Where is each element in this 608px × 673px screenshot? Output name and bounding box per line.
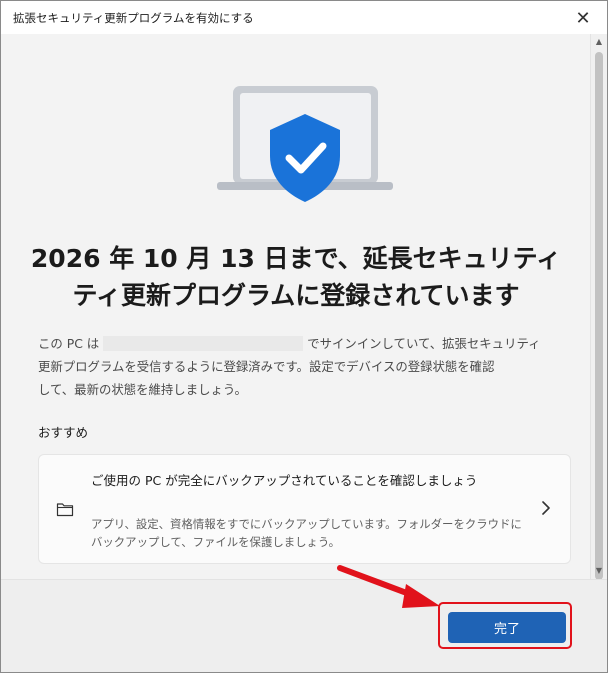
card-title: ご使用の PC が完全にバックアップされていることを確認しましょう — [91, 473, 478, 488]
done-button[interactable]: 完了 — [448, 612, 566, 643]
title-bar: 拡張セキュリティ更新プログラムを有効にする ✕ — [1, 1, 607, 34]
heading-line-2: ティ更新プログラムに登録されています — [72, 281, 520, 310]
page-heading: 2026 年 10 月 13 日まで、延長セキュリティ ティ更新プログラムに登録… — [21, 240, 571, 314]
desc-line-3: して、最新の状態を維持しましょう。 — [38, 382, 247, 397]
dialog-window: 拡張セキュリティ更新プログラムを有効にする ✕ 2026 年 10 月 13 日… — [0, 0, 608, 673]
window-title: 拡張セキュリティ更新プログラムを有効にする — [13, 11, 254, 25]
chevron-right-icon — [542, 501, 550, 515]
recommendations-label: おすすめ — [38, 425, 89, 440]
desc-line-2: 更新プログラムを受信するように登録済みです。設定でデバイスの登録状態を確認 — [38, 359, 495, 374]
desc-prefix: この PC は — [38, 336, 100, 351]
laptop-shield-illustration — [217, 86, 393, 202]
scrollbar-thumb[interactable] — [595, 52, 603, 580]
red-arrow-annotation — [337, 565, 440, 608]
close-icon: ✕ — [575, 7, 591, 29]
close-button[interactable]: ✕ — [569, 5, 597, 31]
description-text: この PC は でサインインしていて、拡張セキュリティ 更新プログラムを受信するよ… — [38, 332, 574, 401]
content-area: 2026 年 10 月 13 日まで、延長セキュリティ ティ更新プログラムに登録… — [1, 34, 591, 579]
redacted-account — [103, 336, 304, 351]
heading-line-1: 2026 年 10 月 13 日まで、延長セキュリティ — [30, 244, 562, 273]
card-description: アプリ、設定、資格情報をすでにバックアップしています。フォルダーをクラウドにバッ… — [91, 517, 522, 549]
desc-suffix: でサインインしていて、拡張セキュリティ — [307, 336, 541, 351]
backup-recommendation-card[interactable]: ご使用の PC が完全にバックアップされていることを確認しましょう アプリ、設定… — [38, 454, 571, 564]
scroll-down-icon[interactable]: ▼ — [591, 563, 607, 579]
folder-icon — [56, 503, 74, 517]
scroll-up-icon[interactable]: ▲ — [591, 34, 607, 50]
vertical-scrollbar[interactable]: ▲ ▼ — [590, 34, 607, 580]
